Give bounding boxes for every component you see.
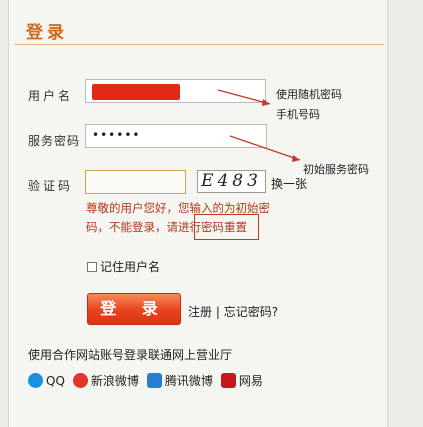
link-separator: | bbox=[215, 305, 220, 319]
annotation-random-password: 使用随机密码 bbox=[276, 88, 342, 101]
annotation-initial-password: 初始服务密码 bbox=[303, 163, 369, 176]
partner-sina-weibo[interactable]: 新浪微博 bbox=[72, 372, 139, 389]
partner-qq[interactable]: QQ bbox=[28, 373, 65, 388]
remember-checkbox[interactable] bbox=[87, 261, 97, 272]
remember-label: 记住用户名 bbox=[100, 260, 161, 274]
partner-login-title: 使用合作网站账号登录联通网上营业厅 bbox=[28, 348, 233, 362]
auth-links: 注册 | 忘记密码? bbox=[188, 303, 278, 320]
sina-weibo-icon bbox=[72, 373, 88, 388]
register-link[interactable]: 注册 bbox=[188, 305, 212, 319]
qq-icon bbox=[28, 373, 43, 388]
captcha-input[interactable] bbox=[85, 170, 186, 194]
partner-label: 腾讯微博 bbox=[164, 374, 213, 388]
tencent-weibo-icon bbox=[146, 373, 162, 388]
partner-login-list: QQ 新浪微博 腾讯微博 网易 bbox=[28, 372, 263, 389]
partner-label: 新浪微博 bbox=[90, 374, 139, 388]
partner-netease[interactable]: 网易 bbox=[220, 372, 263, 389]
error-highlight-box bbox=[194, 214, 259, 240]
annotation-phone-number: 手机号码 bbox=[276, 108, 320, 121]
partner-label: 网易 bbox=[238, 374, 263, 388]
login-button[interactable]: 登 录 bbox=[87, 293, 181, 325]
remember-username[interactable]: 记住用户名 bbox=[87, 258, 160, 275]
netease-icon bbox=[220, 373, 236, 388]
forgot-password-link[interactable]: 忘记密码? bbox=[224, 305, 278, 319]
captcha-image[interactable]: E483 bbox=[197, 170, 266, 193]
refresh-captcha-link[interactable]: 换一张 bbox=[271, 175, 307, 192]
captcha-label: 验证码 bbox=[28, 179, 74, 193]
partner-label: QQ bbox=[46, 373, 65, 388]
partner-tencent-weibo[interactable]: 腾讯微博 bbox=[146, 372, 213, 389]
